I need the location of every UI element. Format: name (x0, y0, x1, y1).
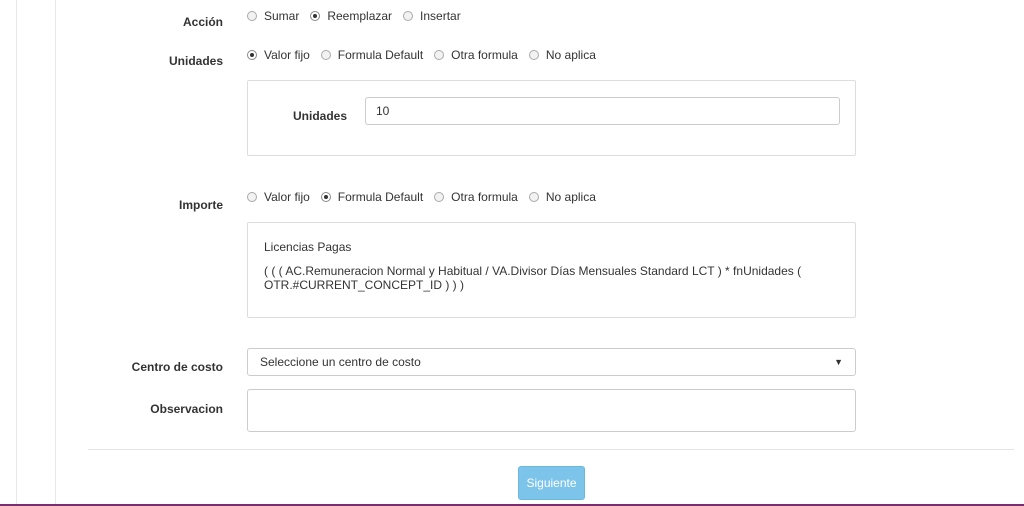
form-divider (88, 449, 1014, 450)
observacion-label: Observacion (150, 402, 223, 416)
radio-button[interactable] (434, 192, 445, 202)
unidades-input[interactable]: 10 (365, 97, 840, 125)
unidades-field-label: Unidades (293, 109, 348, 123)
importe-radio-group: Valor fijo Formula Default Otra formula … (247, 189, 607, 205)
accion-option-sumar[interactable]: Sumar (247, 9, 299, 23)
importe-label: Importe (178, 198, 223, 212)
next-button[interactable]: Siguiente (518, 466, 585, 500)
unidades-panel: Unidades 10 (247, 80, 856, 156)
caret-down-icon: ▼ (834, 357, 843, 367)
radio-button[interactable] (247, 11, 257, 21)
accion-option-insertar[interactable]: Insertar (403, 9, 461, 23)
observacion-textarea[interactable] (247, 389, 856, 432)
importe-option-valor-fijo[interactable]: Valor fijo (247, 190, 310, 204)
radio-button[interactable] (434, 50, 445, 60)
accion-option-reemplazar[interactable]: Reemplazar (310, 9, 392, 23)
unidades-option-valor-fijo[interactable]: Valor fijo (247, 48, 310, 62)
radio-button[interactable] (320, 192, 331, 202)
unidades-label: Unidades (168, 54, 223, 68)
centro-costo-label: Centro de costo (131, 360, 223, 374)
importe-formula-panel: Licencias Pagas ( ( ( AC.Remuneracion No… (247, 222, 856, 318)
formula-expression: ( ( ( AC.Remuneracion Normal y Habitual … (264, 264, 802, 292)
left-border-line (16, 0, 17, 506)
unidades-option-formula-default[interactable]: Formula Default (320, 48, 423, 62)
radio-button[interactable] (320, 50, 331, 60)
radio-button[interactable] (247, 50, 257, 60)
unidades-radio-group: Valor fijo Formula Default Otra formula … (247, 47, 607, 63)
accion-radio-group: Sumar Reemplazar Insertar (247, 8, 472, 24)
left-border-line (55, 0, 56, 506)
radio-button[interactable] (247, 192, 257, 202)
radio-button[interactable] (528, 192, 539, 202)
radio-button[interactable] (528, 50, 539, 60)
importe-option-otra-formula[interactable]: Otra formula (434, 190, 518, 204)
importe-option-formula-default[interactable]: Formula Default (320, 190, 423, 204)
accion-label: Acción (182, 15, 223, 29)
radio-button[interactable] (403, 11, 414, 21)
radio-button[interactable] (310, 11, 321, 21)
importe-option-no-aplica[interactable]: No aplica (528, 190, 596, 204)
unidades-option-no-aplica[interactable]: No aplica (528, 48, 596, 62)
centro-costo-select[interactable]: Seleccione un centro de costo ▼ (247, 348, 856, 376)
formula-name: Licencias Pagas (264, 240, 352, 254)
centro-costo-selected-text: Seleccione un centro de costo (260, 355, 421, 369)
unidades-option-otra-formula[interactable]: Otra formula (434, 48, 518, 62)
